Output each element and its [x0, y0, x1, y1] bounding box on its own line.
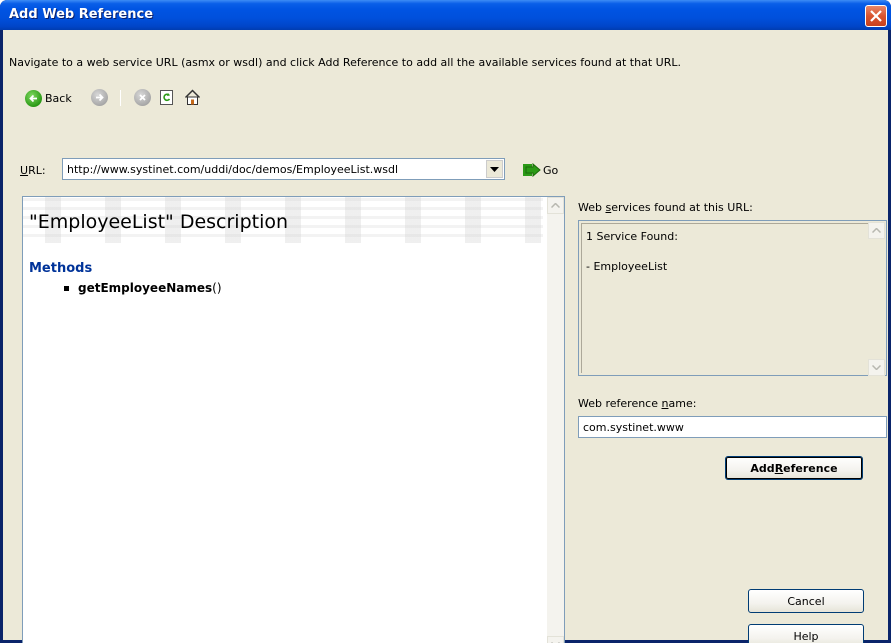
method-name[interactable]: getEmployeeNames [78, 281, 212, 295]
url-label: URL: [20, 164, 46, 177]
reference-name-input[interactable]: com.systinet.www [578, 416, 887, 438]
scroll-up-button[interactable] [547, 197, 564, 214]
scroll-up-button[interactable] [868, 222, 885, 239]
chevron-down-icon [490, 166, 499, 172]
back-arrow-icon [25, 89, 42, 107]
reference-name-label: Web reference name: [578, 397, 697, 410]
forward-arrow-icon [91, 89, 108, 106]
url-input[interactable]: http://www.systinet.com/uddi/doc/demos/E… [67, 163, 398, 176]
home-button[interactable] [184, 89, 201, 109]
service-item: - EmployeeList [586, 260, 668, 273]
forward-button[interactable] [91, 89, 108, 106]
method-signature: () [212, 281, 222, 295]
bullet-icon [64, 285, 69, 291]
window-title: Add Web Reference [9, 7, 154, 22]
dialog-body: Navigate to a web service URL (asmx or w… [3, 30, 888, 643]
reference-name-value: com.systinet.www [583, 421, 684, 434]
stop-button[interactable] [134, 89, 151, 106]
go-button[interactable]: Go [523, 161, 558, 179]
back-button[interactable]: Back [25, 88, 72, 108]
url-combobox[interactable]: http://www.systinet.com/uddi/doc/demos/E… [62, 158, 505, 180]
services-found-label: Web services found at this URL: [578, 201, 753, 214]
browser-scrollbar[interactable] [547, 197, 564, 643]
method-item[interactable]: getEmployeeNames() [64, 281, 222, 295]
cancel-button[interactable]: Cancel [748, 589, 864, 613]
chevron-up-icon [872, 228, 881, 233]
url-dropdown-button[interactable] [486, 160, 503, 178]
instructions-text: Navigate to a web service URL (asmx or w… [9, 56, 681, 69]
add-web-reference-window: Add Web Reference Navigate to a web serv… [0, 0, 891, 643]
chevron-down-icon [872, 365, 881, 370]
service-description-title: "EmployeeList" Description [29, 211, 289, 233]
go-arrow-icon [523, 163, 541, 177]
refresh-icon [160, 90, 173, 105]
services-found-list[interactable]: 1 Service Found: - EmployeeList [578, 220, 887, 376]
toolbar-separator [120, 90, 121, 106]
scroll-down-button[interactable] [547, 636, 564, 643]
close-icon [870, 10, 882, 22]
close-button[interactable] [865, 5, 887, 27]
services-found-inner [581, 223, 884, 373]
back-label: Back [45, 91, 72, 105]
services-scrollbar[interactable] [868, 222, 885, 376]
go-label: Go [543, 163, 559, 177]
refresh-button[interactable] [159, 89, 175, 109]
help-button[interactable]: Help [748, 624, 864, 643]
home-icon [184, 89, 201, 105]
chevron-up-icon [551, 203, 560, 208]
services-count-text: 1 Service Found: [586, 230, 678, 243]
stop-icon [134, 89, 151, 106]
title-bar[interactable]: Add Web Reference [0, 0, 891, 30]
scroll-down-button[interactable] [868, 359, 885, 376]
add-reference-button[interactable]: Add Reference [725, 456, 863, 480]
methods-heading: Methods [29, 261, 93, 276]
service-description-browser[interactable]: "EmployeeList" Description Methods getEm… [22, 196, 565, 643]
